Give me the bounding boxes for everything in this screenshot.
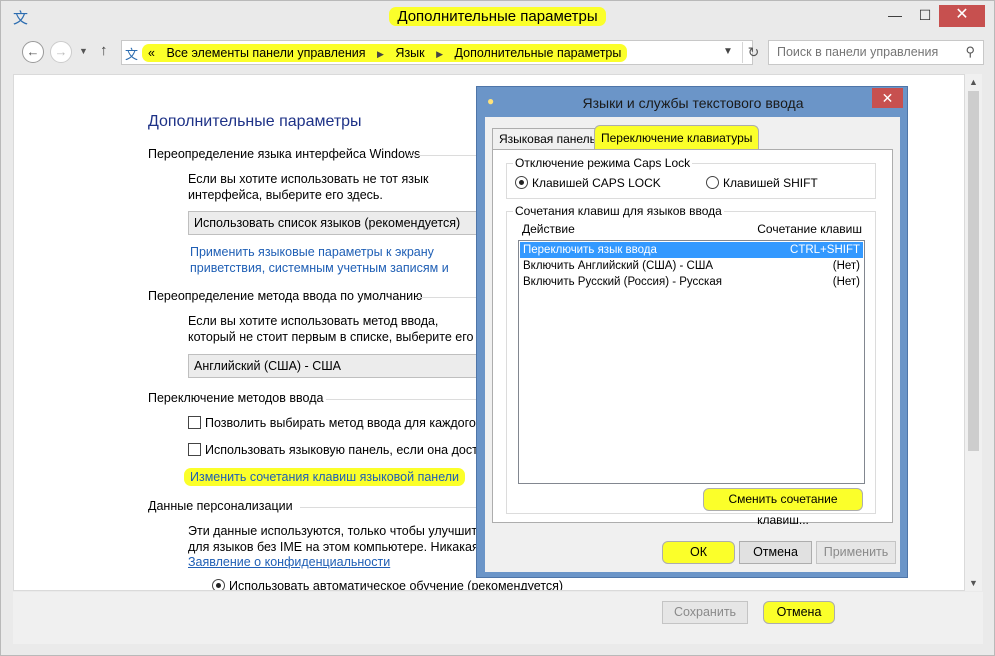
hotkey-keys: (Нет) <box>832 276 860 288</box>
tab-keyboard-switching[interactable]: Переключение клавиатуры <box>594 125 760 150</box>
page-title: Дополнительные параметры <box>148 113 362 130</box>
list-item[interactable]: Включить Русский (Россия) - Русская (Нет… <box>520 274 863 290</box>
change-key-sequence-button[interactable]: Сменить сочетание клавиш... <box>703 488 863 527</box>
save-button[interactable]: Сохранить <box>662 601 748 624</box>
caps-lock-radio[interactable] <box>515 176 528 189</box>
use-language-bar-row[interactable]: Использовать языковую панель, если она д… <box>188 443 478 457</box>
title-bar: 文 Дополнительные параметры — ☐ ✕ <box>1 1 994 35</box>
divider <box>300 507 478 508</box>
tab-language-bar[interactable]: Языковая панель <box>492 128 603 149</box>
ok-button[interactable]: ОК <box>662 541 735 564</box>
personalization-description-1: Эти данные используются, только чтобы ул… <box>188 524 488 538</box>
recent-locations-chevron-icon[interactable]: ▼ <box>79 46 88 56</box>
breadcrumb-advanced[interactable]: Дополнительные параметры <box>455 46 622 60</box>
breadcrumb-language[interactable]: Язык <box>395 46 424 60</box>
column-header-action[interactable]: Действие <box>522 222 575 236</box>
input-method-select[interactable]: Английский (США) - США <box>188 354 488 378</box>
control-panel-icon: 文 <box>125 47 139 62</box>
breadcrumb-all-items[interactable]: Все элементы панели управления <box>166 46 365 60</box>
vertical-scrollbar[interactable]: ▲ ▼ <box>965 74 982 591</box>
breadcrumb-separator-icon[interactable]: ▶ <box>377 49 384 59</box>
shift-option-label: Клавишей SHIFT <box>723 176 818 190</box>
list-item[interactable]: Включить Английский (США) - США (Нет) <box>520 258 863 274</box>
search-icon[interactable]: ⚲ <box>965 44 975 60</box>
list-item[interactable]: Переключить язык ввода CTRL+SHIFT <box>520 242 863 258</box>
section-input-method-title: Переопределение метода ввода по умолчани… <box>148 289 423 303</box>
caps-lock-group: Отключение режима Caps Lock Клавишей CAP… <box>506 156 876 199</box>
maximize-button[interactable]: ☐ <box>910 5 940 27</box>
up-button[interactable]: ↑ <box>100 42 108 59</box>
shift-option[interactable]: Клавишей SHIFT <box>706 176 818 190</box>
hotkeys-group: Сочетания клавиш для языков ввода Действ… <box>506 204 876 527</box>
breadcrumb: « Все элементы панели управления ▶ Язык … <box>142 44 628 62</box>
tab-panel: Отключение режима Caps Lock Клавишей CAP… <box>492 149 893 527</box>
hotkeys-group-label: Сочетания клавиш для языков ввода <box>513 204 724 218</box>
apply-button[interactable]: Применить <box>816 541 896 564</box>
search-input[interactable] <box>775 44 955 60</box>
hotkey-action: Переключить язык ввода <box>523 244 657 256</box>
ui-language-description: Если вы хотите использовать не тот язык … <box>188 172 429 202</box>
search-box[interactable]: ⚲ <box>768 40 984 65</box>
close-button[interactable]: ✕ <box>939 5 985 27</box>
dialog-title: Языки и службы текстового ввода <box>582 95 804 111</box>
per-app-input-row[interactable]: Позволить выбирать метод ввода для каждо… <box>188 416 478 430</box>
dialog-close-button[interactable]: ✕ <box>872 88 903 108</box>
hotkey-keys: (Нет) <box>832 260 860 272</box>
divider <box>416 297 478 298</box>
use-language-bar-label: Использовать языковую панель, если она д… <box>205 443 478 457</box>
breadcrumb-overflow[interactable]: « <box>148 46 155 60</box>
section-personalization-title: Данные персонализации <box>148 499 293 513</box>
forward-button[interactable]: → <box>50 41 72 63</box>
caps-lock-option-label: Клавишей CAPS LOCK <box>532 176 661 190</box>
breadcrumb-separator-icon[interactable]: ▶ <box>436 49 443 59</box>
hotkey-list[interactable]: Переключить язык ввода CTRL+SHIFT Включи… <box>518 240 865 484</box>
section-ui-language-title: Переопределение языка интерфейса Windows <box>148 147 421 161</box>
dialog-body: Языковая панель Переключение клавиатуры … <box>485 117 900 572</box>
shift-radio[interactable] <box>706 176 719 189</box>
auto-learning-label: Использовать автоматическое обучение (ре… <box>229 579 564 591</box>
back-button[interactable]: ← <box>22 41 44 63</box>
navigation-bar: ← → ▼ ↑ 文 « Все элементы панели управлен… <box>13 37 984 69</box>
personalization-description-2: для языков без IME на этом компьютере. Н… <box>188 540 488 554</box>
column-header-keys[interactable]: Сочетание клавиш <box>757 222 862 236</box>
change-language-bar-hotkeys-link[interactable]: Изменить сочетания клавиш языковой панел… <box>184 468 466 486</box>
per-app-input-label: Позволить выбирать метод ввода для каждо… <box>205 416 478 430</box>
hotkey-action: Включить Английский (США) - США <box>523 260 714 272</box>
dialog-cancel-button[interactable]: Отмена <box>739 541 812 564</box>
minimize-button[interactable]: — <box>880 5 910 27</box>
privacy-statement-link[interactable]: Заявление о конфиденциальности <box>188 554 390 570</box>
divider <box>326 399 478 400</box>
section-switching-title: Переключение методов ввода <box>148 391 324 405</box>
divider <box>408 155 478 156</box>
footer-bar: Сохранить Отмена <box>13 592 983 644</box>
scroll-down-arrow-icon[interactable]: ▼ <box>969 578 978 588</box>
auto-learning-radio[interactable] <box>212 579 225 590</box>
text-services-dialog: ● Языки и службы текстового ввода ✕ Язык… <box>476 86 908 578</box>
hotkey-action: Включить Русский (Россия) - Русская <box>523 276 722 288</box>
input-method-description: Если вы хотите использовать метод ввода,… <box>188 314 474 344</box>
cancel-button[interactable]: Отмена <box>763 601 835 624</box>
caps-lock-option[interactable]: Клавишей CAPS LOCK <box>515 176 661 190</box>
refresh-button[interactable]: ↻ <box>742 42 764 63</box>
caps-lock-group-label: Отключение режима Caps Lock <box>513 156 693 170</box>
hotkey-keys: CTRL+SHIFT <box>790 244 860 256</box>
ui-language-select[interactable]: Использовать список языков (рекомендуетс… <box>188 211 488 235</box>
address-dropdown-icon[interactable]: ▼ <box>723 46 733 57</box>
scroll-thumb[interactable] <box>968 91 979 451</box>
auto-learning-row[interactable]: Использовать автоматическое обучение (ре… <box>212 579 564 591</box>
window-title: Дополнительные параметры <box>389 7 606 26</box>
window-title-wrap: Дополнительные параметры <box>1 7 994 26</box>
per-app-input-checkbox[interactable] <box>188 416 201 429</box>
use-language-bar-checkbox[interactable] <box>188 443 201 456</box>
scroll-up-arrow-icon[interactable]: ▲ <box>969 77 978 87</box>
address-bar[interactable]: 文 « Все элементы панели управления ▶ Язы… <box>121 40 759 65</box>
apply-welcome-screen-link[interactable]: Применить языковые параметры к экрану пр… <box>190 244 490 276</box>
